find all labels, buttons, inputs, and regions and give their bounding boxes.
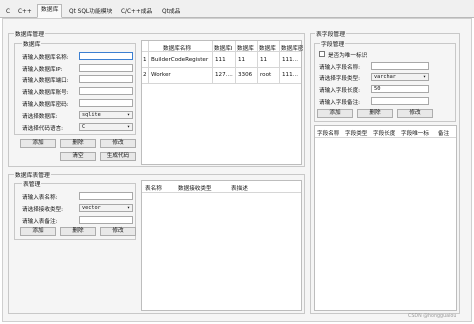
table-name-label: 请输入表名称: (22, 195, 58, 201)
db-table-col-divider (148, 41, 149, 83)
db-cell-password[interactable]: 111... (282, 57, 298, 63)
field-name-label: 请输入字段名称: (319, 65, 361, 71)
table-type-label: 请选择接收类型: (22, 207, 64, 213)
db-type-value: sqlite (82, 112, 101, 118)
db-cell-account[interactable]: root (260, 72, 271, 78)
tab-database[interactable]: 数据库 (37, 4, 63, 18)
field-note-label: 请输入字段备注: (319, 100, 361, 106)
db-account-input[interactable] (79, 87, 133, 95)
unique-label: 是否为唯一标识 (328, 53, 368, 59)
watermark-text: CSDN @hongguaiou (408, 314, 457, 319)
field-col-unique[interactable]: 字段唯一标 (401, 129, 429, 137)
table-manage-title: 数据库表管理 (14, 170, 51, 179)
field-list[interactable] (314, 125, 457, 311)
field-col-type[interactable]: 字段类型 (345, 129, 367, 137)
db-cell-password[interactable]: 111... (282, 72, 298, 78)
db-cell-ip[interactable]: 127.... (215, 72, 233, 78)
db-select-label: 请选择数据库: (22, 114, 58, 120)
db-password-input[interactable] (79, 99, 133, 107)
db-name-label: 请输入数据库名称: (22, 55, 69, 61)
db-cell-account[interactable]: 11 (260, 57, 267, 63)
tab-cpp-products[interactable]: C/C++成品 (117, 6, 156, 18)
field-type-value: varchar (374, 74, 396, 80)
field-length-label: 请输入字段长度: (319, 88, 361, 94)
table-list[interactable] (141, 180, 302, 311)
field-length-input[interactable]: 50 (371, 85, 429, 93)
generate-code-button[interactable]: 生成代码 (100, 152, 136, 161)
field-delete-button[interactable]: 删除 (357, 109, 393, 118)
field-add-button[interactable]: 添加 (317, 109, 353, 118)
db-name-input[interactable] (79, 52, 133, 60)
tab-cpp[interactable]: C++ (14, 6, 36, 18)
db-modify-button[interactable]: 修改 (100, 139, 136, 148)
field-col-note[interactable]: 备注 (438, 129, 449, 137)
db-add-button[interactable]: 添加 (20, 139, 56, 148)
table-name-input[interactable] (79, 192, 133, 200)
db-table-col-divider (279, 41, 280, 83)
db-table-col-divider (212, 41, 213, 83)
table-col-name[interactable]: 表名称 (145, 184, 162, 192)
table-col-type[interactable]: 数据接收类型 (178, 184, 212, 192)
db-ip-input[interactable] (79, 64, 133, 72)
db-table-col-divider (235, 41, 236, 83)
db-table-col-divider (257, 41, 258, 83)
field-type-label: 请选择字段类型: (319, 76, 361, 82)
db-subgroup-title: 数据库 (22, 39, 42, 48)
tab-qt-products[interactable]: Qt成品 (158, 6, 184, 18)
table-col-desc[interactable]: 表描述 (231, 184, 248, 192)
db-delete-button[interactable]: 删除 (60, 139, 96, 148)
table-add-button[interactable]: 添加 (20, 227, 56, 236)
db-table-row-divider (142, 67, 301, 68)
db-col-account[interactable]: 数据库 (259, 44, 276, 52)
field-subgroup-title: 字段管理 (320, 39, 346, 48)
chevron-down-icon: ▾ (422, 74, 426, 80)
field-note-input[interactable] (371, 97, 429, 105)
chevron-down-icon: ▾ (126, 205, 130, 211)
tab-c[interactable]: C (2, 6, 14, 18)
chevron-down-icon: ▾ (126, 124, 130, 130)
field-list-header-divider (315, 137, 456, 138)
lang-value: C (82, 124, 86, 130)
table-note-label: 请输入表备注: (22, 219, 58, 225)
tab-bar: C C++ 数据库 Qt SQL功能模块 C/C++成品 Qt成品 (0, 0, 474, 18)
db-cell-name[interactable]: BuilderCodeRegister (151, 57, 208, 63)
db-port-label: 请输入数据库端口: (22, 78, 69, 84)
table-delete-button[interactable]: 删除 (60, 227, 96, 236)
table-list-header-divider (142, 192, 301, 193)
table-note-input[interactable] (79, 216, 133, 224)
unique-checkbox[interactable] (319, 51, 325, 57)
tab-qt-sql[interactable]: Qt SQL功能模块 (65, 6, 116, 18)
chevron-down-icon: ▾ (126, 112, 130, 118)
lang-select[interactable]: C ▾ (79, 123, 133, 131)
field-col-length[interactable]: 字段长度 (373, 129, 395, 137)
field-manage-title: 表字段管理 (315, 29, 346, 38)
clear-button[interactable]: 清空 (60, 152, 96, 161)
table-type-value: vector (82, 205, 101, 211)
table-modify-button[interactable]: 修改 (100, 227, 136, 236)
db-cell-ip[interactable]: 111 (215, 57, 226, 63)
field-col-name[interactable]: 字段名称 (317, 129, 339, 137)
db-col-ip[interactable]: 数据库I (214, 44, 232, 52)
db-manage-title: 数据库管理 (14, 29, 45, 38)
db-password-label: 请输入数据库密码: (22, 102, 69, 108)
db-table-row-divider (142, 83, 301, 84)
db-cell-port[interactable]: 11 (238, 57, 245, 63)
db-col-name[interactable]: 数据库名称 (163, 44, 191, 52)
field-type-select[interactable]: varchar ▾ (371, 73, 429, 81)
field-modify-button[interactable]: 修改 (397, 109, 433, 118)
field-name-input[interactable] (371, 62, 429, 70)
db-col-password[interactable]: 数据库密 (281, 44, 303, 52)
db-cell-port[interactable]: 3306 (238, 72, 252, 78)
db-cell-name[interactable]: Worker (151, 72, 171, 78)
db-type-select[interactable]: sqlite ▾ (79, 111, 133, 119)
db-ip-label: 请输入数据库IP: (22, 67, 63, 73)
db-port-input[interactable] (79, 75, 133, 83)
table-type-select[interactable]: vector ▾ (79, 204, 133, 212)
db-row-number: 2 (143, 72, 147, 78)
table-subgroup-title: 表管理 (22, 179, 42, 188)
lang-select-label: 请选择代码语言: (22, 126, 64, 132)
db-col-port[interactable]: 数据库 (237, 44, 254, 52)
db-row-number: 1 (143, 57, 147, 63)
db-account-label: 请输入数据库账号: (22, 90, 69, 96)
